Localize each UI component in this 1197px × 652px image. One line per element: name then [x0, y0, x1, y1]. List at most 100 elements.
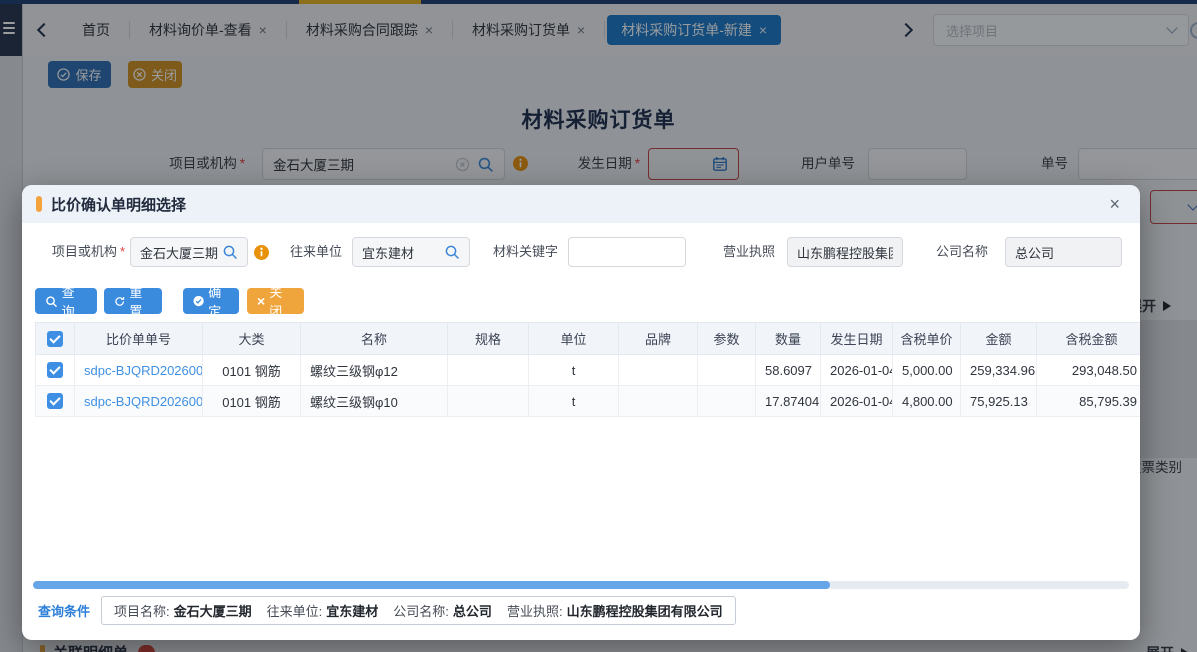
vendor-filter-value: 宜东建材: [362, 243, 440, 262]
license-filter-value: 山东鹏程控股集团有限公司: [797, 243, 893, 262]
scrollbar-thumb[interactable]: [33, 581, 830, 589]
compare-confirm-dialog: 比价确认单明细选择 × 项目或机构* 金石大厦三期 往来单位 宜东建材 材料关键…: [22, 185, 1140, 640]
cell-no[interactable]: sdpc-BJQRD2026000002: [75, 386, 203, 417]
column-header[interactable]: 比价单单号: [75, 323, 203, 355]
confirm-button[interactable]: 确定: [183, 288, 239, 314]
cell-amount: 75,925.13: [961, 386, 1037, 417]
dialog-title: 比价确认单明细选择: [51, 194, 1103, 215]
search-icon[interactable]: [222, 244, 238, 260]
query-condition: 营业执照: 山东鹏程控股集团有限公司: [507, 601, 723, 620]
dialog-button-row: 查询 重置 确定 × 关闭: [35, 288, 304, 314]
column-header[interactable]: 含税单价: [893, 323, 961, 355]
condition-key: 营业执照:: [507, 604, 563, 619]
results-table: 比价单单号大类名称规格单位品牌参数数量发生日期含税单价金额含税金额 sdpc-B…: [35, 322, 1140, 417]
column-header[interactable]: 规格: [448, 323, 529, 355]
cell-name: 螺纹三级钢φ10: [301, 386, 448, 417]
cell-unit: t: [529, 386, 619, 417]
cell-date: 2026-01-04: [821, 386, 893, 417]
app-screen: 首页材料询价单-查看×材料采购合同跟踪×材料采购订货单×材料采购订货单-新建× …: [0, 0, 1197, 652]
select-all-checkbox[interactable]: [47, 331, 63, 347]
search-icon[interactable]: [444, 244, 460, 260]
condition-key: 项目名称:: [114, 604, 170, 619]
search-icon: [45, 295, 58, 308]
column-header[interactable]: 金额: [961, 323, 1037, 355]
query-button-label: 查询: [62, 282, 87, 320]
condition-value: 宜东建材: [326, 604, 378, 619]
row-checkbox[interactable]: [47, 393, 63, 409]
company-filter-field: 总公司: [1005, 237, 1122, 267]
check-circle-icon: [193, 294, 204, 308]
cell-spec: [448, 386, 529, 417]
dialog-close-button[interactable]: × 关闭: [247, 288, 304, 314]
license-filter-field: 山东鹏程控股集团有限公司: [787, 237, 903, 267]
cell-price: 4,800.00: [893, 386, 961, 417]
cell-no[interactable]: sdpc-BJQRD2026000001: [75, 355, 203, 386]
required-mark: *: [120, 244, 125, 259]
cell-unit: t: [529, 355, 619, 386]
query-condition: 往来单位:宜东建材: [267, 601, 379, 620]
column-header[interactable]: 名称: [301, 323, 448, 355]
column-header[interactable]: 参数: [698, 323, 756, 355]
vendor-filter-label: 往来单位: [280, 237, 342, 267]
horizontal-scrollbar[interactable]: [33, 581, 1129, 589]
dialog-header: 比价确认单明细选择 ×: [22, 185, 1140, 223]
cell-spec: [448, 355, 529, 386]
column-header[interactable]: 含税金额: [1037, 323, 1141, 355]
cell-param: [698, 355, 756, 386]
column-header[interactable]: 品牌: [619, 323, 698, 355]
reset-button[interactable]: 重置: [104, 288, 162, 314]
info-icon[interactable]: [254, 245, 269, 263]
condition-value: 山东鹏程控股集团有限公司: [567, 604, 723, 619]
company-filter-value: 总公司: [1015, 243, 1112, 262]
query-condition: 项目名称: 金石大厦三期: [114, 601, 252, 620]
license-filter-label: 营业执照: [713, 237, 775, 267]
table-row[interactable]: sdpc-BJQRD20260000020101 钢筋螺纹三级钢φ10t17.8…: [36, 386, 1141, 417]
keyword-filter-label: 材料关键字: [478, 237, 558, 267]
cell-category: 0101 钢筋: [203, 386, 301, 417]
query-condition: 公司名称: 总公司: [393, 601, 492, 620]
cell-param: [698, 386, 756, 417]
table-row[interactable]: sdpc-BJQRD20260000010101 钢筋螺纹三级钢φ12 t 58.6…: [36, 355, 1141, 386]
cell-qty: 58.6097: [756, 355, 821, 386]
column-header[interactable]: 大类: [203, 323, 301, 355]
cell-tax_amount: 85,795.39: [1037, 386, 1141, 417]
row-select-cell[interactable]: [36, 386, 75, 417]
dialog-title-pill-icon: [36, 196, 42, 212]
column-header[interactable]: 单位: [529, 323, 619, 355]
refresh-icon: [114, 295, 125, 308]
cell-brand: [619, 355, 698, 386]
x-icon: ×: [257, 294, 265, 308]
cell-price: 5,000.00: [893, 355, 961, 386]
cell-tax_amount: 293,048.50: [1037, 355, 1141, 386]
query-conditions-box: 项目名称: 金石大厦三期往来单位:宜东建材公司名称: 总公司营业执照: 山东鹏程控股集…: [101, 596, 736, 625]
company-filter-label: 公司名称: [926, 237, 988, 267]
cell-date: 2026-01-04: [821, 355, 893, 386]
results-table-wrap: 比价单单号大类名称规格单位品牌参数数量发生日期含税单价金额含税金额 sdpc-B…: [35, 322, 1140, 580]
dialog-close-icon[interactable]: ×: [1103, 195, 1126, 213]
keyword-filter-field[interactable]: [568, 237, 686, 267]
dialog-footer: 查询条件 项目名称: 金石大厦三期往来单位:宜东建材公司名称: 总公司营业执照: 山东…: [38, 596, 736, 625]
query-button[interactable]: 查询: [35, 288, 97, 314]
column-header[interactable]: 数量: [756, 323, 821, 355]
cell-brand: [619, 386, 698, 417]
dialog-filter-row: 项目或机构* 金石大厦三期 往来单位 宜东建材 材料关键字 营业执照 山东鹏程控…: [22, 237, 1140, 267]
org-filter-field[interactable]: 金石大厦三期: [130, 237, 248, 267]
vendor-filter-field[interactable]: 宜东建材: [352, 237, 470, 267]
cell-amount: 259,334.96: [961, 355, 1037, 386]
table-header-row: 比价单单号大类名称规格单位品牌参数数量发生日期含税单价金额含税金额: [36, 323, 1141, 355]
row-checkbox[interactable]: [47, 362, 63, 378]
org-filter-label: 项目或机构*: [30, 237, 125, 267]
select-all-header-cell[interactable]: [36, 323, 75, 355]
cell-category: 0101 钢筋: [203, 355, 301, 386]
condition-value: 总公司: [453, 604, 492, 619]
query-conditions-label: 查询条件: [38, 601, 90, 620]
org-filter-value: 金石大厦三期: [140, 243, 218, 262]
condition-key: 公司名称:: [393, 604, 449, 619]
reset-button-label: 重置: [129, 282, 152, 320]
dialog-close-button-label: 关闭: [269, 282, 294, 320]
column-header[interactable]: 发生日期: [821, 323, 893, 355]
condition-value: 金石大厦三期: [174, 604, 252, 619]
cell-name: 螺纹三级钢φ12: [301, 355, 448, 386]
row-select-cell[interactable]: [36, 355, 75, 386]
confirm-button-label: 确定: [208, 282, 229, 320]
